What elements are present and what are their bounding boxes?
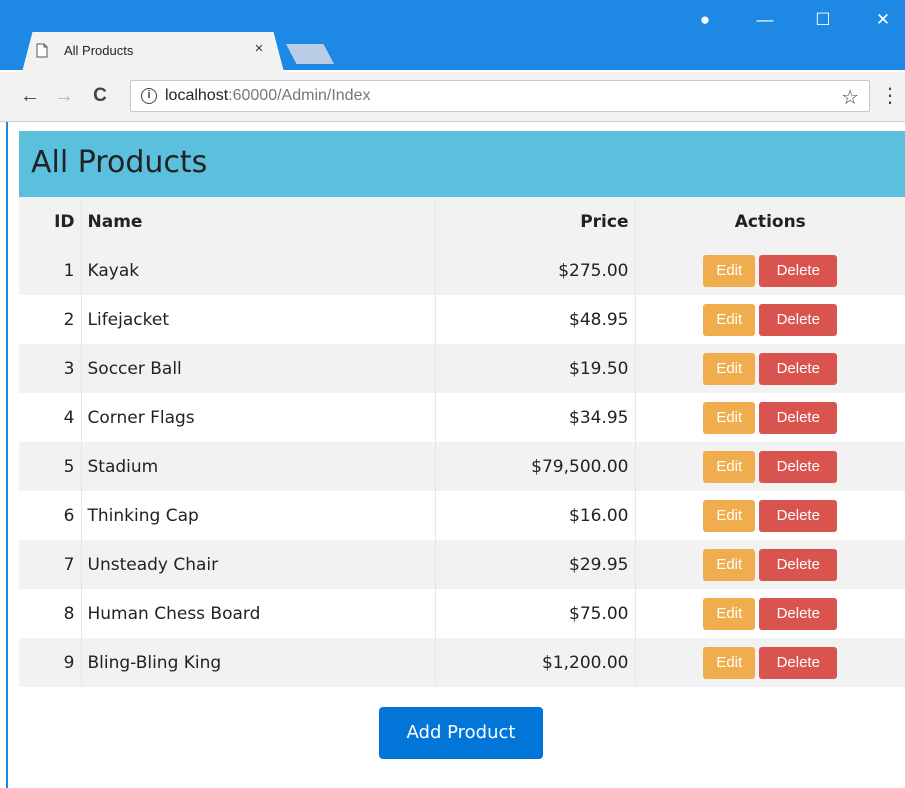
delete-button[interactable]: Delete bbox=[759, 450, 838, 483]
product-actions: Edit Delete bbox=[635, 344, 905, 393]
edit-button[interactable]: Edit bbox=[703, 303, 756, 336]
browser-tab[interactable] bbox=[22, 32, 284, 72]
window-left-border bbox=[6, 122, 8, 788]
edit-button[interactable]: Edit bbox=[703, 254, 756, 287]
table-row: 3 Soccer Ball $19.50 Edit Delete bbox=[19, 344, 905, 393]
edit-button[interactable]: Edit bbox=[703, 352, 756, 385]
tab-close-icon[interactable]: × bbox=[250, 40, 268, 58]
product-id: 1 bbox=[19, 246, 82, 295]
page-icon bbox=[36, 43, 48, 58]
reload-icon[interactable]: C bbox=[88, 84, 112, 108]
product-price: $34.95 bbox=[435, 393, 636, 442]
products-table-body: 1 Kayak $275.00 Edit Delete 2 Lifejacket … bbox=[19, 246, 905, 687]
edit-button[interactable]: Edit bbox=[703, 597, 756, 630]
table-row: 7 Unsteady Chair $29.95 Edit Delete bbox=[19, 540, 905, 589]
column-header-price: Price bbox=[435, 197, 636, 246]
browser-menu-icon[interactable]: ⋮ bbox=[880, 84, 900, 108]
delete-button[interactable]: Delete bbox=[759, 254, 838, 287]
browser-toolbar: ← → C i localhost:60000/Admin/Index ☆ ⋮ bbox=[0, 72, 905, 122]
back-icon[interactable]: ← bbox=[18, 84, 42, 108]
product-id: 6 bbox=[19, 491, 82, 540]
product-name: Human Chess Board bbox=[81, 589, 436, 638]
product-id: 3 bbox=[19, 344, 82, 393]
column-header-id: ID bbox=[19, 197, 82, 246]
page-header: All Products bbox=[19, 131, 905, 197]
minimize-icon[interactable]: — bbox=[750, 8, 780, 32]
product-actions: Edit Delete bbox=[635, 589, 905, 638]
tab-title: All Products bbox=[64, 43, 134, 58]
delete-button[interactable]: Delete bbox=[759, 646, 838, 679]
product-name: Lifejacket bbox=[81, 295, 436, 344]
product-id: 4 bbox=[19, 393, 82, 442]
edit-button[interactable]: Edit bbox=[703, 450, 756, 483]
address-bar[interactable]: i localhost:60000/Admin/Index ☆ bbox=[130, 80, 870, 112]
url-text[interactable]: localhost:60000/Admin/Index bbox=[165, 87, 370, 105]
table-row: 1 Kayak $275.00 Edit Delete bbox=[19, 246, 905, 295]
product-id: 7 bbox=[19, 540, 82, 589]
delete-button[interactable]: Delete bbox=[759, 401, 838, 434]
add-product-button[interactable]: Add Product bbox=[379, 707, 543, 759]
product-actions: Edit Delete bbox=[635, 540, 905, 589]
delete-button[interactable]: Delete bbox=[759, 548, 838, 581]
product-name: Stadium bbox=[81, 442, 436, 491]
products-table: ID Name Price Actions 1 Kayak $275.00 Ed… bbox=[19, 197, 905, 687]
maximize-icon[interactable]: ☐ bbox=[808, 8, 838, 32]
delete-button[interactable]: Delete bbox=[759, 499, 838, 532]
browser-title-bar: All Products × ● — ☐ ✕ bbox=[0, 0, 905, 72]
product-price: $79,500.00 bbox=[435, 442, 636, 491]
product-name: Soccer Ball bbox=[81, 344, 436, 393]
url-path: :60000/Admin/Index bbox=[228, 87, 371, 104]
edit-button[interactable]: Edit bbox=[703, 401, 756, 434]
delete-button[interactable]: Delete bbox=[759, 352, 838, 385]
table-row: 9 Bling-Bling King $1,200.00 Edit Delete bbox=[19, 638, 905, 687]
product-price: $275.00 bbox=[435, 246, 636, 295]
product-price: $75.00 bbox=[435, 589, 636, 638]
product-name: Kayak bbox=[81, 246, 436, 295]
product-actions: Edit Delete bbox=[635, 442, 905, 491]
product-actions: Edit Delete bbox=[635, 246, 905, 295]
url-host: localhost bbox=[165, 87, 229, 104]
table-header-row: ID Name Price Actions bbox=[19, 197, 905, 246]
product-name: Thinking Cap bbox=[81, 491, 436, 540]
product-id: 8 bbox=[19, 589, 82, 638]
product-actions: Edit Delete bbox=[635, 295, 905, 344]
new-tab-button[interactable] bbox=[286, 44, 334, 64]
product-price: $19.50 bbox=[435, 344, 636, 393]
profile-icon[interactable]: ● bbox=[690, 8, 720, 32]
column-header-name: Name bbox=[81, 197, 436, 246]
product-name: Unsteady Chair bbox=[81, 540, 436, 589]
info-icon[interactable]: i bbox=[141, 88, 157, 104]
table-row: 8 Human Chess Board $75.00 Edit Delete bbox=[19, 589, 905, 638]
product-id: 9 bbox=[19, 638, 82, 687]
product-id: 5 bbox=[19, 442, 82, 491]
close-window-icon[interactable]: ✕ bbox=[868, 8, 898, 32]
product-actions: Edit Delete bbox=[635, 491, 905, 540]
product-price: $29.95 bbox=[435, 540, 636, 589]
product-actions: Edit Delete bbox=[635, 393, 905, 442]
page-title: All Products bbox=[31, 145, 208, 180]
table-row: 6 Thinking Cap $16.00 Edit Delete bbox=[19, 491, 905, 540]
edit-button[interactable]: Edit bbox=[703, 548, 756, 581]
product-price: $48.95 bbox=[435, 295, 636, 344]
column-header-actions: Actions bbox=[734, 211, 806, 232]
edit-button[interactable]: Edit bbox=[703, 499, 756, 532]
product-actions: Edit Delete bbox=[635, 638, 905, 687]
product-price: $16.00 bbox=[435, 491, 636, 540]
product-name: Bling-Bling King bbox=[81, 638, 436, 687]
product-name: Corner Flags bbox=[81, 393, 436, 442]
product-id: 2 bbox=[19, 295, 82, 344]
forward-icon[interactable]: → bbox=[52, 84, 76, 108]
table-row: 5 Stadium $79,500.00 Edit Delete bbox=[19, 442, 905, 491]
table-row: 2 Lifejacket $48.95 Edit Delete bbox=[19, 295, 905, 344]
product-price: $1,200.00 bbox=[435, 638, 636, 687]
edit-button[interactable]: Edit bbox=[703, 646, 756, 679]
delete-button[interactable]: Delete bbox=[759, 597, 838, 630]
delete-button[interactable]: Delete bbox=[759, 303, 838, 336]
table-row: 4 Corner Flags $34.95 Edit Delete bbox=[19, 393, 905, 442]
bookmark-star-icon[interactable]: ☆ bbox=[841, 85, 859, 110]
